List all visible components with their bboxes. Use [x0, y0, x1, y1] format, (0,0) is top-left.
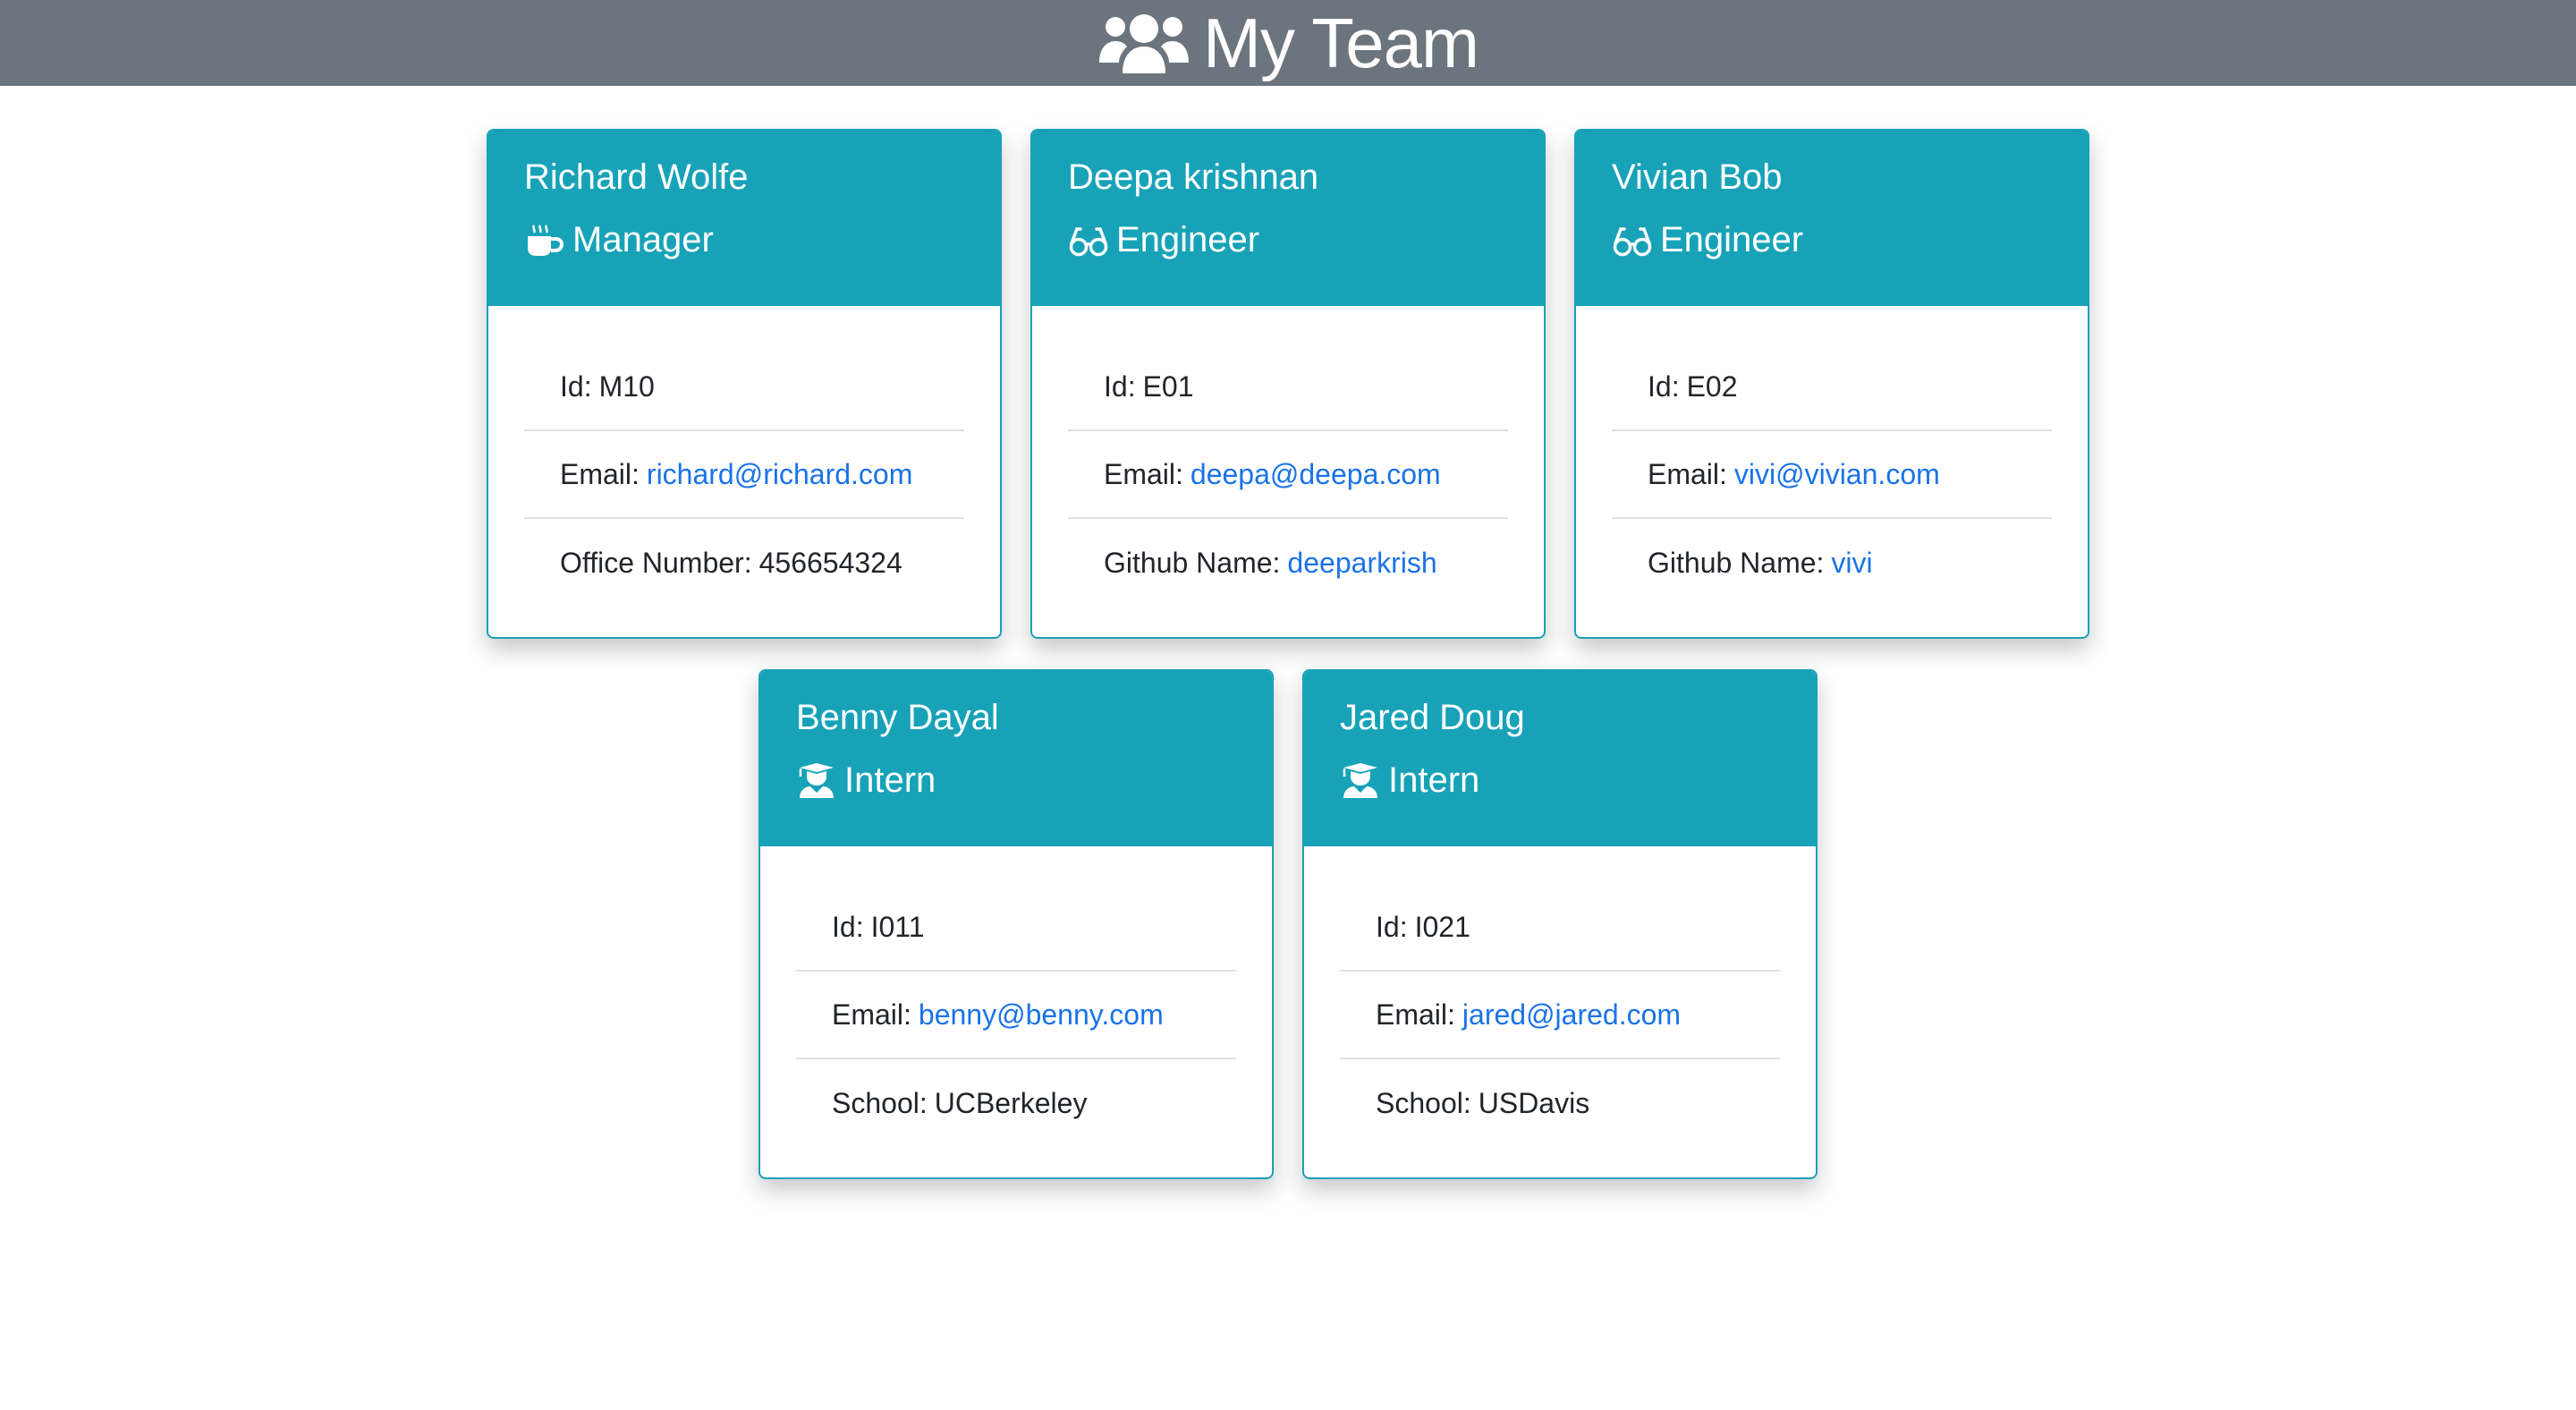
school-value: UCBerkeley [934, 1086, 1088, 1119]
school-label: School: [1376, 1086, 1471, 1119]
email-link[interactable]: richard@richard.com [647, 458, 912, 491]
email-row: Email: jared@jared.com [1340, 972, 1780, 1059]
card-body: Id: M10 Email: richard@richard.com Offic… [488, 306, 1000, 607]
id-row: Id: E01 [1068, 352, 1508, 431]
page-header: My Team [0, 0, 2576, 86]
card-header: Benny Dayal Intern [760, 671, 1272, 846]
employee-role: Intern [1340, 759, 1780, 802]
office-number-value: 456654324 [758, 546, 902, 579]
id-value: E02 [1686, 369, 1738, 403]
employee-card: Jared Doug Intern Id: I021 Email: jared@… [1302, 669, 1818, 1179]
role-label: Intern [844, 760, 936, 800]
email-row: Email: vivi@vivian.com [1612, 431, 2052, 519]
card-body: Id: E02 Email: vivi@vivian.com Github Na… [1576, 306, 2088, 607]
email-label: Email: [560, 457, 640, 490]
id-label: Id: [832, 910, 864, 943]
id-value: E01 [1142, 369, 1194, 403]
email-link[interactable]: jared@jared.com [1462, 998, 1681, 1032]
cards-row-1: Richard Wolfe Manager Id: M10 Email: ric… [0, 129, 2576, 639]
id-value: I021 [1414, 910, 1470, 943]
employee-name: Jared Doug [1340, 698, 1525, 737]
email-label: Email: [1104, 457, 1183, 490]
employee-name: Vivian Bob [1612, 157, 1783, 197]
github-row: Github Name: deeparkrish [1068, 519, 1508, 607]
users-icon [1099, 14, 1189, 73]
email-row: Email: benny@benny.com [796, 972, 1236, 1059]
school-row: School: USDavis [1340, 1059, 1780, 1147]
card-header: Jared Doug Intern [1304, 671, 1816, 846]
page-title: My Team [1203, 3, 1479, 82]
id-label: Id: [1376, 910, 1408, 943]
school-value: USDavis [1478, 1086, 1590, 1119]
coffee-icon [528, 225, 564, 256]
school-label: School: [832, 1086, 928, 1119]
email-row: Email: richard@richard.com [524, 431, 964, 519]
email-label: Email: [832, 998, 911, 1031]
employee-role: Intern [796, 759, 1236, 802]
email-link[interactable]: benny@benny.com [919, 998, 1164, 1032]
graduate-icon [1343, 763, 1377, 798]
card-body: Id: I011 Email: benny@benny.com School: … [760, 846, 1272, 1147]
employee-name: Richard Wolfe [524, 157, 749, 197]
team-cards: Richard Wolfe Manager Id: M10 Email: ric… [0, 129, 2576, 1179]
id-row: Id: M10 [524, 352, 964, 431]
employee-card: Benny Dayal Intern Id: I011 Email: benny… [758, 669, 1274, 1179]
id-row: Id: E02 [1612, 352, 2052, 431]
id-value: M10 [598, 369, 655, 403]
role-label: Intern [1388, 760, 1480, 800]
glasses-icon [1069, 227, 1108, 257]
email-label: Email: [1376, 998, 1455, 1031]
card-body: Id: I021 Email: jared@jared.com School: … [1304, 846, 1816, 1147]
role-label: Engineer [1116, 220, 1260, 259]
github-link[interactable]: deeparkrish [1287, 547, 1436, 580]
page-title-group: My Team [1097, 3, 1479, 84]
role-label: Manager [572, 220, 714, 259]
employee-name: Benny Dayal [796, 698, 999, 737]
github-link[interactable]: vivi [1831, 547, 1872, 580]
github-row: Github Name: vivi [1612, 519, 2052, 607]
employee-role: Engineer [1612, 218, 2052, 261]
graduate-icon [799, 763, 834, 798]
id-value: I011 [870, 910, 925, 943]
glasses-icon [1613, 227, 1652, 257]
github-label: Github Name: [1104, 546, 1281, 579]
card-body: Id: E01 Email: deepa@deepa.com Github Na… [1032, 306, 1544, 607]
employee-card: Richard Wolfe Manager Id: M10 Email: ric… [487, 129, 1002, 639]
id-label: Id: [1104, 369, 1136, 403]
card-header: Deepa krishnan Engineer [1032, 131, 1544, 306]
employee-name: Deepa krishnan [1068, 157, 1319, 197]
role-label: Engineer [1660, 220, 1804, 259]
cards-row-2: Benny Dayal Intern Id: I011 Email: benny… [0, 669, 2576, 1179]
id-label: Id: [560, 369, 592, 403]
card-header: Vivian Bob Engineer [1576, 131, 2088, 306]
id-label: Id: [1648, 369, 1680, 403]
employee-card: Deepa krishnan Engineer Id: E01 Email: d… [1030, 129, 1546, 639]
email-link[interactable]: deepa@deepa.com [1191, 458, 1441, 491]
employee-role: Engineer [1068, 218, 1508, 261]
office-number-row: Office Number: 456654324 [524, 519, 964, 607]
school-row: School: UCBerkeley [796, 1059, 1236, 1147]
employee-role: Manager [524, 218, 964, 261]
id-row: Id: I021 [1340, 893, 1780, 972]
email-label: Email: [1648, 457, 1727, 490]
github-label: Github Name: [1648, 546, 1825, 579]
employee-card: Vivian Bob Engineer Id: E02 Email: vivi@… [1574, 129, 2089, 639]
card-header: Richard Wolfe Manager [488, 131, 1000, 306]
email-link[interactable]: vivi@vivian.com [1734, 458, 1940, 491]
id-row: Id: I011 [796, 893, 1236, 972]
office-number-label: Office Number: [560, 546, 752, 579]
email-row: Email: deepa@deepa.com [1068, 431, 1508, 519]
